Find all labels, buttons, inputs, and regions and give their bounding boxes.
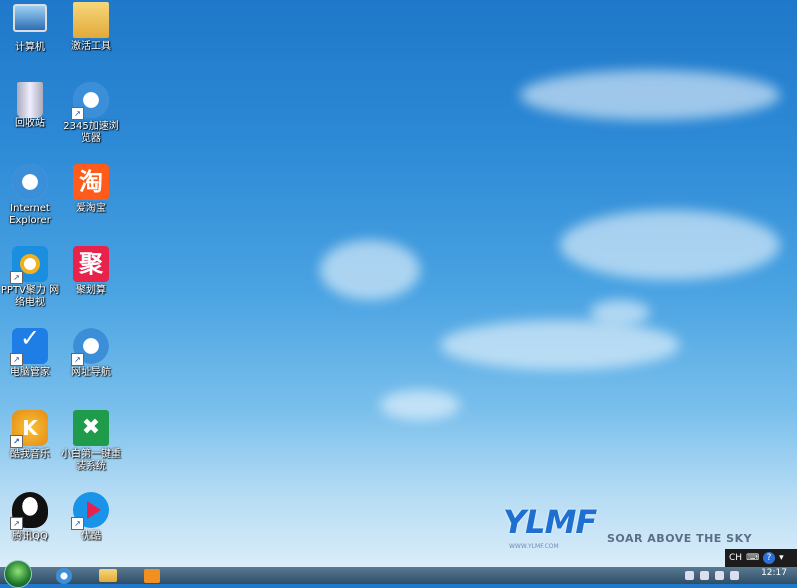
- shortcut-arrow-icon: ↗: [10, 517, 23, 530]
- desktop-icon-label: 电脑管家: [10, 367, 50, 378]
- cloud: [440, 320, 680, 370]
- desktop-icon-activation-tool[interactable]: 激活工具: [61, 2, 121, 53]
- taskbar-media-player-button[interactable]: [140, 568, 164, 583]
- shortcut-arrow-icon: ↗: [10, 271, 23, 284]
- desktop-icon-label: 2345加速浏览器: [63, 121, 119, 144]
- language-bar[interactable]: CH ⌨ ? ▾: [725, 549, 797, 567]
- cloud: [560, 210, 780, 280]
- folder-icon: [99, 569, 117, 582]
- ylmf-logo: YLMF WWW.YLMF.COM SOAR ABOVE THE SKY: [503, 503, 753, 553]
- recycle-bin-icon: [17, 82, 43, 118]
- logo-brand: YLMF: [503, 503, 597, 541]
- pptv-icon: ↗: [10, 246, 48, 284]
- computer-icon: [13, 4, 47, 32]
- taobao-icon: 淘: [73, 164, 109, 200]
- folder-icon: [73, 2, 109, 38]
- desktop-icon-label: 网址导航: [71, 367, 111, 378]
- music-icon: K ↗: [10, 410, 48, 448]
- desktop-icon-url-navigation[interactable]: ↗ 网址导航: [61, 328, 121, 379]
- desktop-icon-label: PPTV聚力 网络电视: [0, 285, 60, 308]
- desktop-icon-onekey-reinstall[interactable]: ✖ 小白第一键重装系统: [61, 410, 121, 473]
- desktop-icon-label: 小白第一键重装系统: [61, 449, 121, 472]
- shortcut-arrow-icon: ↗: [71, 353, 84, 366]
- desktop-icon-recycle-bin[interactable]: 回收站: [0, 82, 60, 130]
- volume-icon[interactable]: [730, 571, 740, 580]
- shortcut-arrow-icon: ↗: [71, 107, 84, 120]
- taskbar: 12:17: [0, 559, 797, 588]
- tray-arrow-icon[interactable]: [685, 571, 695, 580]
- desktop-icon-label: 酷我音乐: [10, 449, 50, 460]
- desktop-icon-juhuasuan[interactable]: 聚 聚划算: [61, 246, 121, 297]
- start-button[interactable]: [4, 559, 32, 588]
- tray-shield-icon[interactable]: [700, 571, 710, 580]
- desktop-icon-label: 计算机: [15, 42, 45, 53]
- desktop-icon-tencent-qq[interactable]: ↗ 腾讯QQ: [0, 492, 60, 543]
- cloud: [590, 300, 650, 325]
- shortcut-arrow-icon: ↗: [10, 435, 23, 448]
- language-indicator[interactable]: CH: [729, 553, 742, 563]
- media-player-icon: [144, 568, 160, 583]
- youku-play-icon: ↗: [71, 492, 109, 530]
- desktop-icon-label: 聚划算: [76, 285, 106, 296]
- desktop-icon-label: 优酷: [81, 531, 101, 542]
- juhuasuan-icon: 聚: [73, 246, 109, 282]
- cloud: [520, 70, 780, 120]
- help-icon[interactable]: ?: [763, 552, 776, 564]
- shortcut-arrow-icon: ↗: [10, 353, 23, 366]
- logo-url: WWW.YLMF.COM: [509, 543, 559, 550]
- shortcut-arrow-icon: ↗: [71, 517, 84, 530]
- desktop-icon-label: Internet Explorer: [9, 203, 51, 226]
- qq-penguin-icon: ↗: [10, 492, 48, 530]
- taskbar-explorer-button[interactable]: [96, 568, 120, 583]
- desktop-icon-label: 回收站: [15, 118, 45, 129]
- desktop-icon-youku[interactable]: ↗ 优酷: [61, 492, 121, 543]
- system-tray: 12:17: [685, 567, 797, 584]
- desktop-icon-computer[interactable]: 计算机: [0, 2, 60, 54]
- desktop-icon-kuwo-music[interactable]: K ↗ 酷我音乐: [0, 410, 60, 461]
- desktop-icon-2345-browser[interactable]: ↗ 2345加速浏览器: [61, 82, 121, 145]
- cloud: [320, 240, 420, 300]
- ie-icon: [56, 567, 72, 584]
- desktop-icon-ai-taobao[interactable]: 淘 爱淘宝: [61, 164, 121, 215]
- cloud: [380, 390, 460, 420]
- desktop-icon-pptv[interactable]: ↗ PPTV聚力 网络电视: [0, 246, 60, 309]
- network-icon[interactable]: [715, 571, 725, 580]
- desktop-icon-label: 爱淘宝: [76, 203, 106, 214]
- shield-icon: ↗: [10, 328, 48, 366]
- ie-icon: ↗: [71, 328, 109, 366]
- desktop-icon-label: 腾讯QQ: [12, 531, 48, 542]
- desktop-icon-internet-explorer[interactable]: Internet Explorer: [0, 164, 60, 227]
- taskbar-ie-button[interactable]: [52, 567, 76, 584]
- ie-icon: [12, 164, 48, 200]
- desktop-icon-pc-manager[interactable]: ↗ 电脑管家: [0, 328, 60, 379]
- keyboard-icon[interactable]: ⌨: [746, 553, 759, 563]
- reinstall-icon: ✖: [73, 410, 109, 446]
- desktop-icon-label: 激活工具: [71, 41, 111, 52]
- clock[interactable]: 12:17: [761, 568, 787, 578]
- browser-icon: ↗: [71, 82, 109, 120]
- logo-tagline: SOAR ABOVE THE SKY: [607, 532, 753, 545]
- music-icon-glyph: K: [22, 416, 38, 440]
- options-icon[interactable]: ▾: [779, 553, 784, 563]
